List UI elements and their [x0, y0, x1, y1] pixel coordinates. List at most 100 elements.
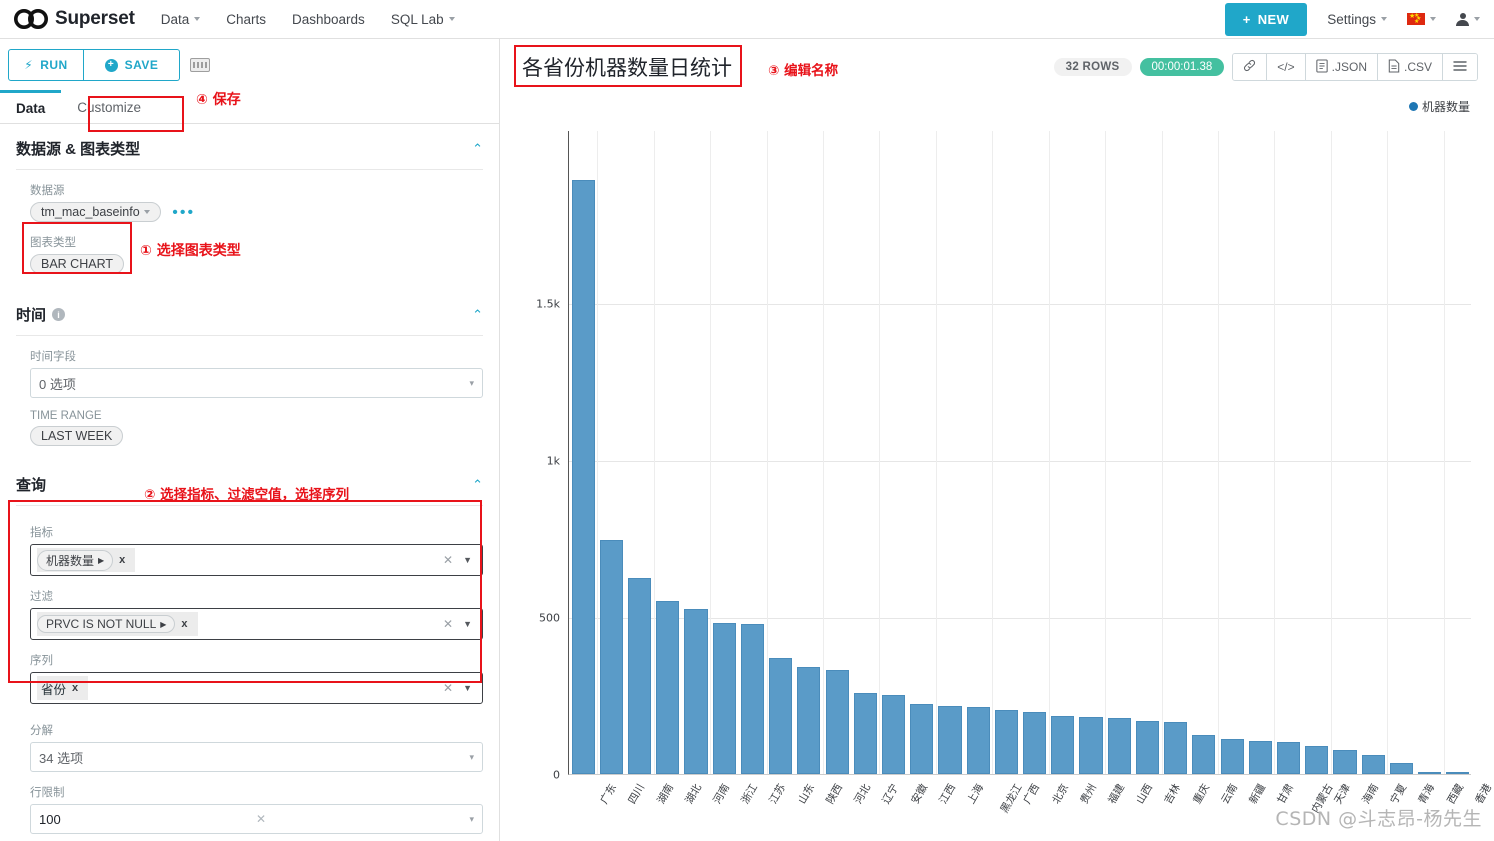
breakdown-select[interactable]: 34 选项 ▾: [30, 742, 483, 772]
clear-icon[interactable]: ✕: [443, 553, 453, 567]
bar[interactable]: [712, 623, 736, 774]
x-axis-tick-label: 福建: [1106, 782, 1128, 807]
bar[interactable]: [938, 706, 962, 774]
nav-link-dashboards[interactable]: Dashboards: [292, 12, 365, 27]
nav-link-sql-lab[interactable]: SQL Lab: [391, 12, 455, 27]
series-select[interactable]: 省份 x ✕ ▼: [30, 672, 483, 704]
bar[interactable]: [910, 704, 934, 774]
bar[interactable]: [684, 609, 708, 774]
bar[interactable]: [627, 577, 652, 774]
bar[interactable]: [599, 539, 623, 774]
bar[interactable]: [740, 623, 764, 774]
x-gridline: [710, 131, 712, 774]
controls-scroll-area[interactable]: 数据源 & 图表类型 ⌃ 数据源 tm_mac_baseinfo ••• 图表类…: [0, 124, 499, 840]
chevron-down-icon[interactable]: ▼: [463, 555, 472, 565]
chevron-down-icon[interactable]: ▼: [463, 619, 472, 629]
bar[interactable]: [797, 667, 821, 774]
time-column-select[interactable]: 0 选项 ▾: [30, 368, 483, 398]
datasource-pill[interactable]: tm_mac_baseinfo: [30, 202, 161, 222]
bar[interactable]: [1220, 739, 1244, 774]
viztype-label: 图表类型: [30, 237, 76, 249]
remove-filter-icon[interactable]: x: [175, 618, 193, 630]
remove-metric-icon[interactable]: x: [113, 554, 131, 566]
query-time-badge: 00:00:01.38: [1139, 58, 1225, 76]
bar[interactable]: [1446, 772, 1470, 774]
collapse-chevron-icon[interactable]: ⌃: [472, 141, 483, 157]
language-menu[interactable]: ★ ★ ★ ★: [1407, 13, 1436, 25]
bar[interactable]: [1107, 718, 1131, 774]
share-link-button[interactable]: [1233, 54, 1268, 80]
bar[interactable]: [1135, 721, 1160, 774]
bar[interactable]: [1079, 716, 1103, 774]
ellipsis-icon[interactable]: •••: [172, 204, 195, 221]
bar[interactable]: [1361, 755, 1385, 774]
y-gridline: [569, 303, 1471, 305]
view-query-button[interactable]: </>: [1267, 54, 1306, 80]
bar[interactable]: [571, 180, 595, 774]
clear-icon[interactable]: ✕: [256, 812, 266, 826]
bar[interactable]: [1389, 763, 1413, 774]
control-metrics: 指标 机器数量 ▶ x ✕ ▼: [16, 510, 483, 580]
run-button[interactable]: ⚡ RUN: [8, 49, 84, 81]
x-axis-tick-label: 河北: [852, 782, 874, 807]
bar[interactable]: [1333, 750, 1357, 774]
csv-file-icon: [1388, 58, 1400, 76]
export-json-button[interactable]: .JSON: [1305, 54, 1378, 80]
collapse-chevron-icon[interactable]: ⌃: [472, 477, 483, 493]
bar[interactable]: [1418, 772, 1442, 774]
settings-menu[interactable]: Settings: [1327, 12, 1387, 27]
legend-color-dot: [1408, 101, 1418, 111]
info-icon[interactable]: i: [52, 308, 66, 321]
clear-icon[interactable]: ✕: [443, 617, 453, 631]
chevron-down-icon: [1381, 17, 1387, 21]
bar[interactable]: [1023, 711, 1047, 774]
bar[interactable]: [1305, 745, 1329, 774]
x-axis-tick-label: 广西: [1021, 782, 1043, 807]
bar[interactable]: [853, 692, 877, 774]
annotation-title: ③ 编辑名称: [768, 63, 839, 79]
bar[interactable]: [1051, 715, 1075, 774]
filters-token-label: PRVC IS NOT NULL: [46, 617, 157, 631]
bar[interactable]: [1164, 722, 1188, 774]
bar[interactable]: [1277, 741, 1301, 774]
bar[interactable]: [1192, 734, 1216, 774]
filters-select[interactable]: PRVC IS NOT NULL ▶ x ✕ ▼: [30, 608, 483, 640]
chevron-down-icon: ▾: [469, 751, 474, 762]
save-button[interactable]: + SAVE: [84, 49, 180, 81]
export-csv-button[interactable]: .CSV: [1377, 54, 1443, 80]
metrics-select[interactable]: 机器数量 ▶ x ✕ ▼: [30, 544, 483, 576]
viztype-pill[interactable]: BAR CHART: [30, 254, 125, 274]
bar[interactable]: [1248, 741, 1272, 774]
nav-link-charts[interactable]: Charts: [226, 12, 266, 27]
bar[interactable]: [656, 601, 680, 774]
tab-data[interactable]: Data: [0, 90, 62, 123]
remove-series-icon[interactable]: x: [66, 682, 84, 694]
tab-customize[interactable]: Customize: [61, 91, 157, 123]
series-token[interactable]: 省份 x: [37, 676, 89, 700]
section-datasource-title: 数据源 & 图表类型: [16, 141, 141, 158]
new-button[interactable]: + NEW: [1224, 2, 1308, 36]
row-limit-select[interactable]: 100 ✕ ▾: [30, 804, 483, 834]
chart-title[interactable]: 各省份机器数量日统计: [516, 48, 738, 86]
bar[interactable]: [825, 670, 849, 774]
bar-chart[interactable]: 0 500 1k 1.5k 广东 四川 湖南 湖北 河南 浙江 江苏 山东 陕西 河北 辽宁 安徽 江西 上海 黑龙…: [500, 117, 1494, 837]
bar[interactable]: [769, 657, 793, 774]
user-menu[interactable]: [1456, 12, 1480, 26]
control-datasource: 数据源 tm_mac_baseinfo •••: [16, 174, 483, 226]
control-contribution[interactable]: 贡献: [16, 838, 483, 840]
bar[interactable]: [994, 709, 1018, 774]
bar[interactable]: [966, 707, 990, 774]
nav-link-data[interactable]: Data: [161, 12, 201, 27]
x-axis-tick-label: 湖北: [682, 782, 704, 807]
keyboard-icon[interactable]: [190, 58, 210, 72]
clear-icon[interactable]: ✕: [443, 681, 453, 695]
chevron-down-icon[interactable]: ▼: [463, 683, 472, 693]
metrics-token[interactable]: 机器数量 ▶ x: [37, 548, 136, 572]
filters-token[interactable]: PRVC IS NOT NULL ▶ x: [37, 612, 198, 636]
legend-item-machine-count[interactable]: 机器数量: [1408, 98, 1470, 115]
time-range-pill[interactable]: LAST WEEK: [30, 426, 124, 446]
superset-brand[interactable]: Superset: [14, 8, 135, 30]
bar[interactable]: [881, 695, 906, 774]
collapse-chevron-icon[interactable]: ⌃: [472, 307, 483, 323]
more-menu-button[interactable]: [1443, 54, 1477, 80]
